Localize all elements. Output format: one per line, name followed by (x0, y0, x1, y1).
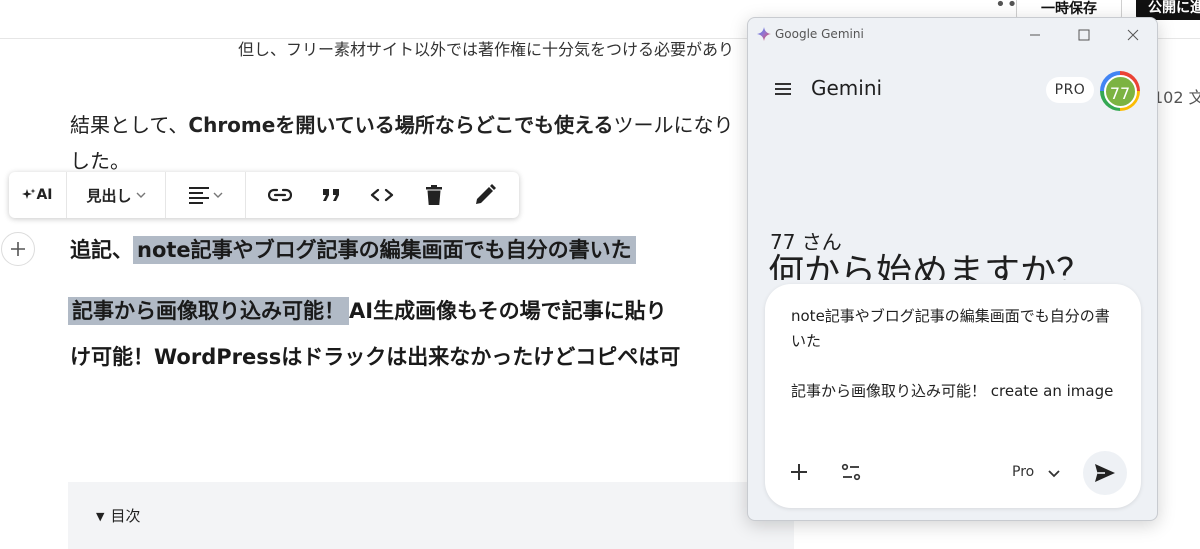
minimize-icon (1030, 34, 1040, 36)
edit-button[interactable] (467, 177, 503, 213)
window-titlebar: Google Gemini (748, 18, 1157, 52)
heading-line[interactable]: 記事から画像取り込み可能！ AI生成画像もその場で記事に貼り (68, 293, 667, 329)
menu-icon[interactable] (772, 78, 794, 100)
trash-icon (425, 185, 442, 205)
formatting-toolbar: AI 見出し (9, 172, 519, 218)
quote-button[interactable] (313, 177, 349, 213)
avatar-text: 77 (1103, 74, 1137, 108)
sparkle-icon (22, 188, 36, 199)
ai-assist-button[interactable]: AI (9, 172, 67, 218)
paragraph-continuation: した。 (70, 149, 130, 173)
heading-prefix: 追記、 (70, 238, 133, 262)
prompt-line: note記事やブログ記事の編集画面でも自分の書いた (791, 307, 1110, 350)
body-text-note: 但し、フリー素材サイト以外では著作権に十分気をつける必要があり (238, 40, 735, 59)
heading-label: 見出し (86, 186, 132, 205)
toc-label: 目次 (110, 507, 141, 525)
paragraph-text: 結果として、 (70, 113, 189, 137)
avatar[interactable]: 77 (1100, 71, 1140, 111)
delete-button[interactable] (416, 177, 452, 213)
heading-text: AI生成画像もその場で記事に貼り (349, 299, 667, 323)
close-button[interactable] (1122, 24, 1144, 46)
code-icon (371, 188, 394, 202)
align-dropdown[interactable] (166, 172, 246, 218)
ai-label: AI (36, 187, 53, 203)
plan-badge[interactable]: PRO (1046, 77, 1094, 103)
plus-icon (11, 242, 25, 256)
send-icon (1095, 464, 1115, 482)
chevron-down-icon (213, 192, 222, 198)
heading-line[interactable]: け可能！WordPressはドラックは出来なかったけどコピペは可 (70, 339, 680, 375)
code-button[interactable] (364, 177, 400, 213)
close-icon (1127, 29, 1139, 41)
paragraph-text-end: ツールになり (613, 113, 734, 137)
selected-text: 記事から画像取り込み可能！ (68, 297, 349, 325)
prompt-line: 記事から画像取り込み可能！ create an image (791, 382, 1114, 400)
model-selector[interactable]: Pro (1012, 464, 1034, 480)
paragraph-bold-text: Chromeを開いている場所ならどこでも使える (188, 113, 614, 137)
maximize-icon (1078, 29, 1090, 41)
add-block-button[interactable] (1, 232, 35, 266)
heading-dropdown[interactable]: 見出し (67, 172, 166, 218)
chevron-down-icon[interactable] (1047, 466, 1061, 480)
maximize-button[interactable] (1073, 24, 1095, 46)
quote-icon (323, 189, 340, 201)
caret-down-icon: ▼ (96, 510, 105, 523)
prompt-input[interactable]: note記事やブログ記事の編集画面でも自分の書いた 記事から画像取り込み可能！ … (791, 304, 1121, 404)
toc-toggle[interactable]: ▼ 目次 (96, 505, 140, 526)
tools-icon[interactable] (839, 460, 863, 484)
heading-line[interactable]: 追記、 note記事やブログ記事の編集画面でも自分の書いた (70, 232, 636, 268)
gemini-logo-icon (757, 27, 771, 41)
link-icon (267, 188, 292, 202)
body-paragraph: 結果として、Chromeを開いている場所ならどこでも使えるツールになり (70, 112, 734, 138)
send-button[interactable] (1083, 451, 1127, 495)
welcome-question: 何から始めますか？ (768, 252, 1093, 280)
table-of-contents (68, 482, 794, 549)
prompt-composer[interactable]: note記事やブログ記事の編集画面でも自分の書いた 記事から画像取り込み可能！ … (765, 284, 1141, 508)
selected-text: note記事やブログ記事の編集画面でも自分の書いた (133, 236, 636, 264)
word-count: 102 文 (1153, 88, 1200, 107)
chevron-down-icon (136, 192, 145, 198)
app-title: Gemini (811, 76, 883, 100)
pencil-icon (476, 184, 497, 204)
add-attachment-icon[interactable] (787, 460, 811, 484)
toolbar-actions (246, 172, 519, 218)
minimize-button[interactable] (1024, 24, 1046, 46)
align-left-icon (188, 187, 209, 204)
prompt-blank-line (791, 354, 1121, 379)
gemini-window: Google Gemini Gemini PRO 77 77 さん 何から始めま… (747, 17, 1158, 521)
window-title: Google Gemini (775, 27, 864, 41)
link-button[interactable] (262, 177, 298, 213)
